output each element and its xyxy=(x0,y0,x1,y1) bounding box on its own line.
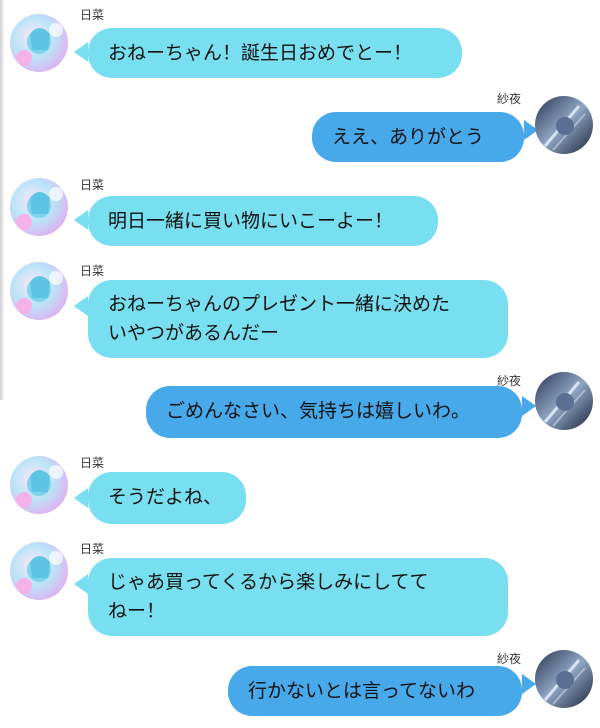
sender-name: 紗夜 xyxy=(497,652,522,666)
hina-avatar[interactable] xyxy=(10,542,68,600)
bubble-tail xyxy=(74,296,88,316)
message-bubble[interactable]: 明日一緒に買い物にいこーよー！ xyxy=(88,196,438,246)
message-bubble[interactable]: じゃあ買ってくるから楽しみにしてて ねー！ xyxy=(88,558,508,636)
message-bubble[interactable]: 行かないとは言ってないわ xyxy=(228,666,522,716)
sender-name: 日菜 xyxy=(80,542,105,556)
bubble-tail xyxy=(522,674,536,694)
bubble-tail xyxy=(522,396,536,416)
message-bubble[interactable]: おねーちゃんのプレゼント一緒に決めた いやつがあるんだー xyxy=(88,280,508,358)
hina-avatar[interactable] xyxy=(10,14,68,72)
sender-name: 日菜 xyxy=(80,264,105,278)
sender-name: 日菜 xyxy=(80,8,105,22)
sender-name: 日菜 xyxy=(80,456,105,470)
sender-name: 日菜 xyxy=(80,178,105,192)
message-bubble[interactable]: ええ、ありがとう xyxy=(312,112,524,162)
hina-avatar[interactable] xyxy=(10,262,68,320)
bubble-tail xyxy=(74,210,88,230)
sayo-avatar[interactable] xyxy=(535,650,593,708)
hina-avatar[interactable] xyxy=(10,178,68,236)
bubble-tail xyxy=(74,574,88,594)
sayo-avatar[interactable] xyxy=(535,372,593,430)
sayo-avatar[interactable] xyxy=(535,96,593,154)
message-bubble[interactable]: そうだよね、 xyxy=(88,472,246,524)
scroll-edge xyxy=(0,0,4,400)
message-bubble[interactable]: おねーちゃん！誕生日おめでとー！ xyxy=(88,28,462,78)
bubble-tail xyxy=(74,488,88,508)
bubble-tail xyxy=(74,42,88,62)
sender-name: 紗夜 xyxy=(497,92,522,106)
hina-avatar[interactable] xyxy=(10,456,68,514)
message-bubble[interactable]: ごめんなさい、気持ちは嬉しいわ。 xyxy=(146,386,522,438)
